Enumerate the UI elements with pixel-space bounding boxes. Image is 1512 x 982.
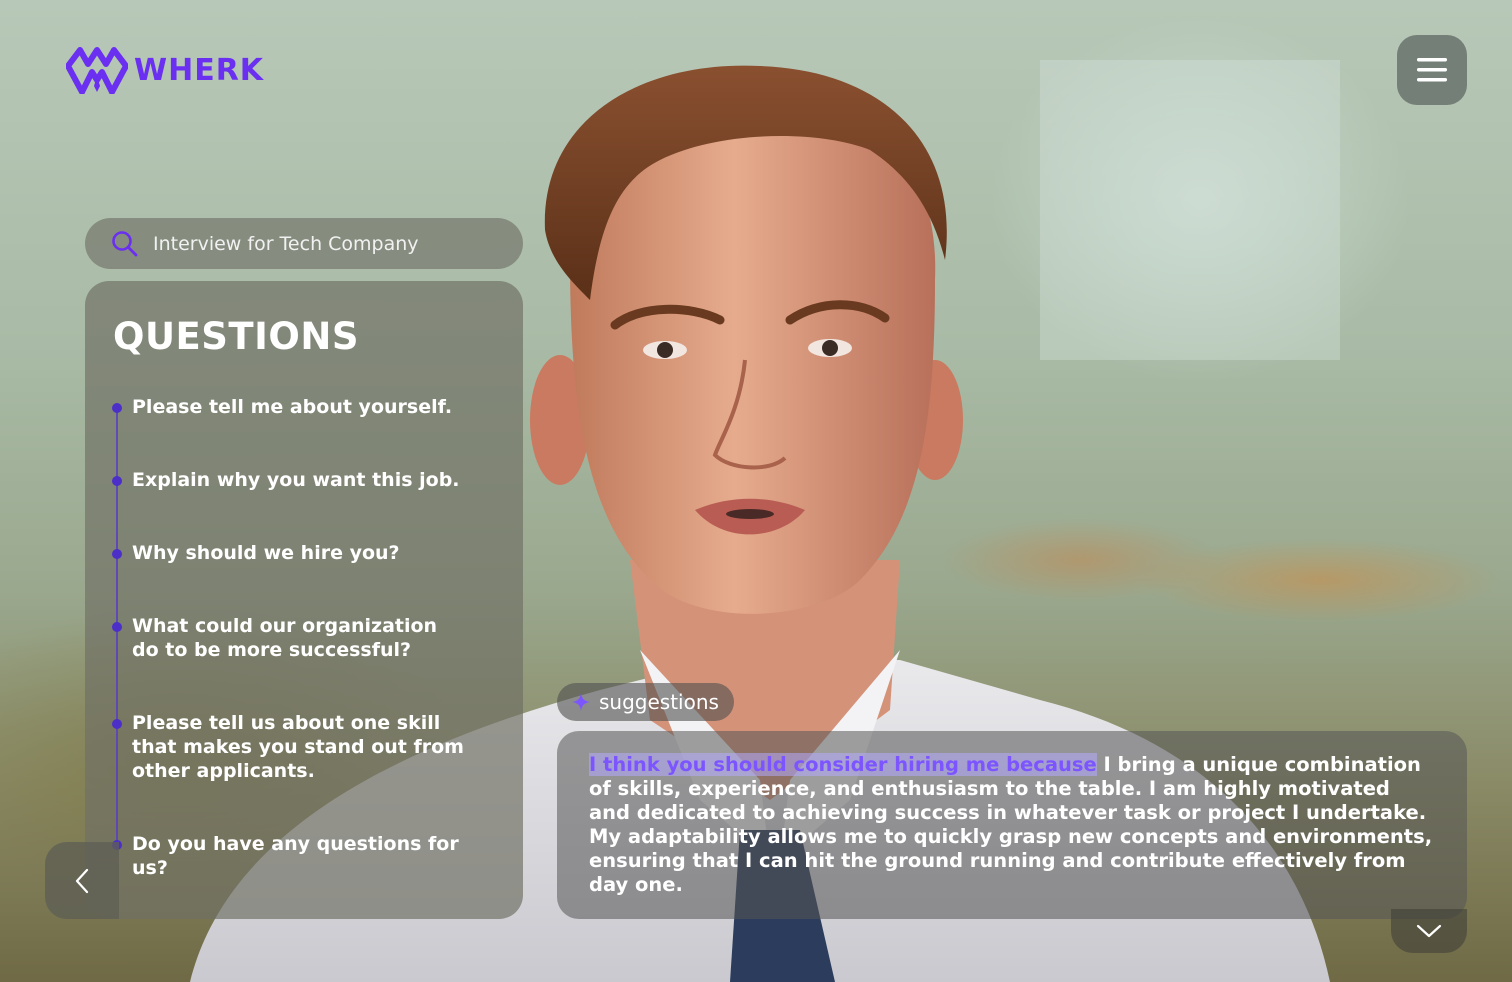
- search-icon: [112, 230, 138, 256]
- question-text: Why should we hire you?: [132, 542, 400, 564]
- suggested-answer-box: I think you should consider hiring me be…: [557, 731, 1467, 919]
- question-item[interactable]: Please tell us about one skill that make…: [107, 711, 467, 783]
- timeline-dot: [112, 622, 122, 632]
- chevron-left-icon: [75, 868, 89, 893]
- brand-name: WHERK: [134, 52, 265, 88]
- question-item[interactable]: Explain why you want this job.: [107, 468, 487, 492]
- chevron-down-icon: [1416, 924, 1442, 938]
- question-item[interactable]: Why should we hire you?: [107, 541, 487, 565]
- question-text: What could our organization do to be mor…: [132, 615, 438, 661]
- timeline-dot: [112, 719, 122, 729]
- suggestions-label: suggestions: [599, 690, 719, 714]
- timeline-dot: [112, 476, 122, 486]
- question-text: Explain why you want this job.: [132, 469, 460, 491]
- question-text: Please tell us about one skill that make…: [132, 712, 464, 782]
- question-text: Please tell me about yourself.: [132, 396, 453, 418]
- expand-answer-button[interactable]: [1391, 909, 1467, 953]
- answer-highlight: I think you should consider hiring me be…: [589, 753, 1097, 776]
- menu-button[interactable]: [1397, 35, 1467, 105]
- suggested-answer-text: I think you should consider hiring me be…: [589, 753, 1435, 897]
- suggestions-chip[interactable]: suggestions: [557, 683, 734, 721]
- timeline-dot: [112, 549, 122, 559]
- hamburger-menu-icon: [1417, 58, 1447, 82]
- question-item[interactable]: Please tell me about yourself.: [107, 395, 487, 419]
- sparkle-icon: [572, 693, 590, 711]
- timeline-dot: [112, 403, 122, 413]
- question-item[interactable]: Do you have any questions for us?: [107, 832, 467, 880]
- wherk-logo-icon: [66, 47, 128, 94]
- search-input[interactable]: Interview for Tech Company: [153, 233, 419, 255]
- brand-logo[interactable]: WHERK: [66, 46, 264, 94]
- question-item[interactable]: What could our organization do to be mor…: [107, 614, 467, 662]
- back-button[interactable]: [45, 842, 119, 919]
- questions-panel: QUESTIONS Please tell me about yourself.…: [85, 281, 523, 919]
- question-text: Do you have any questions for us?: [132, 833, 459, 879]
- interview-search-bar[interactable]: Interview for Tech Company: [85, 218, 523, 269]
- questions-title: QUESTIONS: [113, 315, 359, 358]
